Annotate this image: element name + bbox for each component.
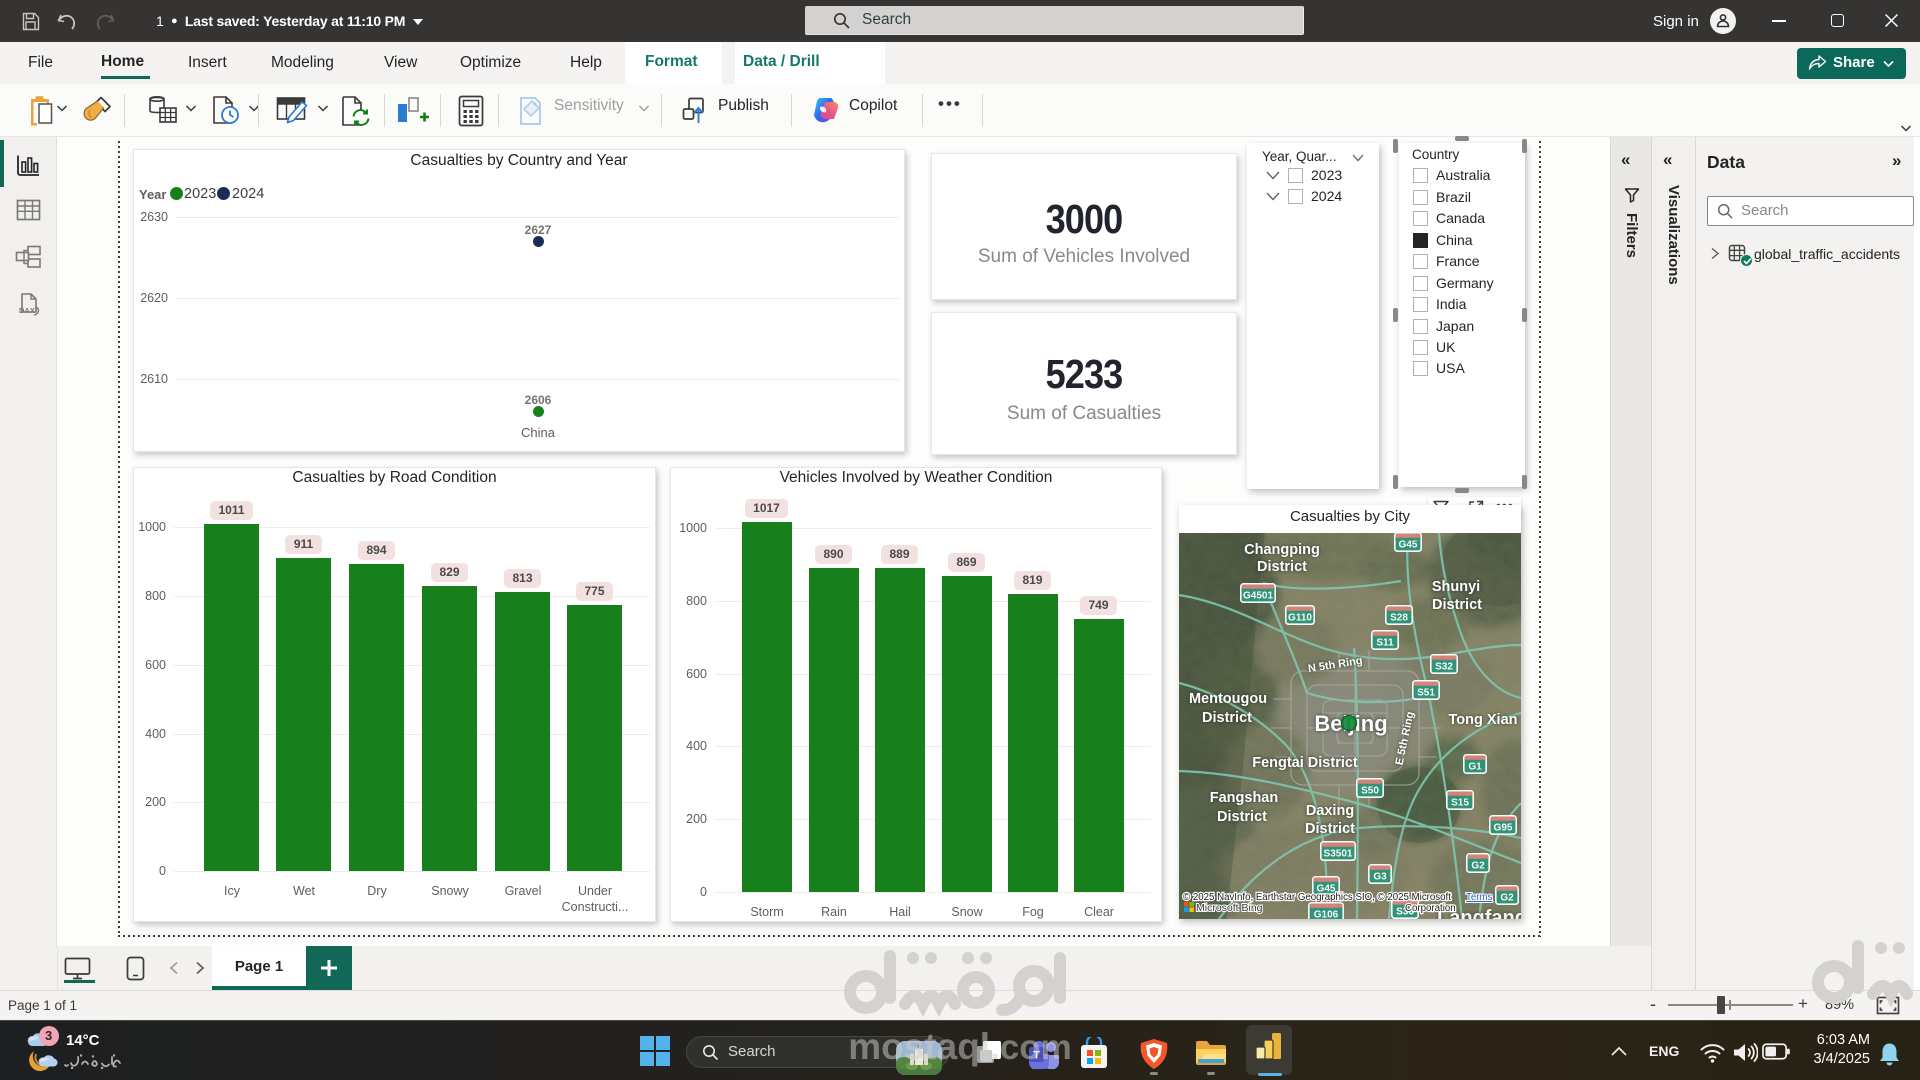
svg-text:District: District: [1432, 597, 1482, 613]
svg-text:Fangshan: Fangshan: [1210, 790, 1278, 806]
svg-text:Terms: Terms: [1466, 892, 1493, 903]
svg-text:S28: S28: [1390, 613, 1408, 624]
svg-text:S51: S51: [1417, 688, 1435, 699]
svg-text:Shunyi: Shunyi: [1432, 579, 1480, 595]
svg-text:District: District: [1257, 559, 1307, 575]
svg-text:S11: S11: [1376, 638, 1394, 649]
svg-text:District: District: [1305, 821, 1355, 837]
svg-text:G106: G106: [1314, 910, 1339, 919]
svg-text:G3: G3: [1373, 872, 1387, 883]
svg-text:G1: G1: [1468, 762, 1482, 773]
svg-text:Changping: Changping: [1244, 542, 1320, 558]
svg-text:S3501: S3501: [1324, 849, 1353, 860]
svg-text:G95: G95: [1494, 823, 1513, 834]
svg-text:G4501: G4501: [1243, 591, 1273, 602]
svg-text:S15: S15: [1451, 798, 1469, 809]
svg-text:G2: G2: [1500, 893, 1514, 904]
svg-text:DAX: DAX: [19, 306, 35, 315]
svg-text:G110: G110: [1288, 613, 1312, 624]
svg-text:S50: S50: [1361, 786, 1379, 797]
svg-text:Corporation: Corporation: [1405, 903, 1456, 914]
svg-text:Mentougou: Mentougou: [1189, 691, 1267, 707]
svg-text:District: District: [1202, 710, 1252, 726]
svg-text:Microsoft Bing: Microsoft Bing: [1196, 902, 1263, 914]
svg-text:S32: S32: [1435, 662, 1453, 673]
svg-text:G45: G45: [1399, 540, 1418, 551]
svg-text:G2: G2: [1471, 861, 1485, 872]
svg-text:Fengtai District: Fengtai District: [1252, 755, 1358, 771]
svg-text:Daxing: Daxing: [1306, 803, 1354, 819]
svg-text:Tong Xian: Tong Xian: [1448, 712, 1517, 728]
svg-text:District: District: [1217, 809, 1267, 825]
